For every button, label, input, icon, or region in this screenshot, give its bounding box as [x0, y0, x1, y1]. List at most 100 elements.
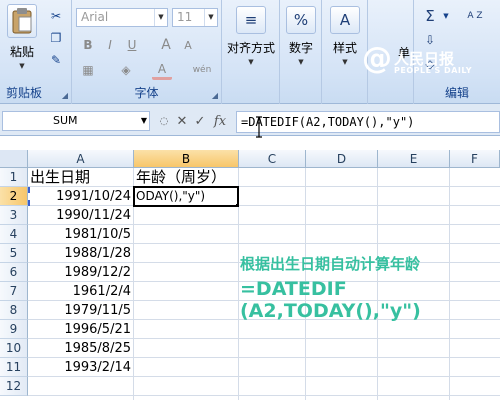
- font-group: Arial ▼ 11 ▼ B I U A A ▦ ◈ A wén 字体 ◢: [72, 0, 222, 104]
- alignment-button[interactable]: ≡ 对齐方式 ▼: [226, 6, 276, 66]
- chevron-down-icon[interactable]: ▼: [19, 62, 24, 70]
- name-box[interactable]: SUM ▼: [2, 111, 150, 131]
- cell-a4[interactable]: 1981/10/5: [28, 225, 133, 244]
- row-header[interactable]: 4: [0, 225, 28, 244]
- formula-input[interactable]: =DATEDIF(A2,TODAY(),"y"): [236, 111, 500, 133]
- column-header-d[interactable]: D: [306, 150, 378, 168]
- overlay-formula-line2: (A2,TODAY(),"y"): [240, 300, 421, 322]
- chevron-down-icon: ▼: [204, 9, 217, 26]
- row-header[interactable]: 10: [0, 339, 28, 358]
- format-painter-icon[interactable]: ✎: [46, 50, 66, 70]
- select-all-corner[interactable]: [0, 150, 28, 168]
- worksheet-grid[interactable]: A B C D E F 1 2 3 4 5 6 7 8 9 10 11 12 出…: [0, 136, 500, 400]
- gridline: [449, 168, 450, 400]
- at-icon: @: [362, 41, 392, 76]
- number-label: 数字: [288, 41, 313, 55]
- row-header[interactable]: 2: [0, 187, 28, 206]
- row-header[interactable]: 12: [0, 377, 28, 396]
- cell-a8[interactable]: 1979/11/5: [28, 301, 133, 320]
- bold-button[interactable]: B: [78, 35, 98, 55]
- styles-button[interactable]: A 样式 ▼: [328, 6, 362, 66]
- dialog-launcher-icon[interactable]: ◢: [62, 91, 68, 100]
- font-group-label: 字体: [134, 86, 159, 100]
- row-header[interactable]: 3: [0, 206, 28, 225]
- formula-bar: SUM ▼ ◌ ✕ ✓ fx =DATEDIF(A2,TODAY(),"y"): [0, 104, 500, 136]
- column-header-c[interactable]: C: [239, 150, 306, 168]
- cell-a7[interactable]: 1961/2/4: [28, 282, 133, 301]
- cell-a10[interactable]: 1985/8/25: [28, 339, 133, 358]
- font-color-button[interactable]: A: [152, 60, 172, 80]
- fill-handle[interactable]: [235, 203, 237, 205]
- paste-button[interactable]: 粘贴 ▼: [4, 4, 40, 70]
- alignment-label: 对齐方式: [226, 41, 275, 55]
- chevron-down-icon[interactable]: ▼: [436, 6, 456, 26]
- column-header-b[interactable]: B: [134, 150, 239, 168]
- name-box-value: SUM: [53, 114, 78, 127]
- clipboard-group-label: 剪贴板: [6, 86, 43, 100]
- cut-icon[interactable]: ✂: [46, 6, 66, 26]
- grow-font-button[interactable]: A: [156, 35, 176, 55]
- copy-icon[interactable]: ❐: [46, 28, 66, 48]
- overlay-caption: 根据出生日期自动计算年龄: [240, 255, 421, 273]
- insert-function-button[interactable]: fx: [212, 112, 228, 130]
- row-header[interactable]: 9: [0, 320, 28, 339]
- ribbon: 粘贴 ▼ ✂ ❐ ✎ 剪贴板 ◢ Arial ▼ 11 ▼ B I U A A …: [0, 0, 500, 104]
- chevron-down-icon: ▼: [298, 58, 304, 66]
- cell-a6[interactable]: 1989/12/2: [28, 263, 133, 282]
- dialog-launcher-icon[interactable]: ◢: [212, 91, 218, 100]
- row-header[interactable]: 11: [0, 358, 28, 377]
- borders-icon[interactable]: ▦: [78, 60, 98, 80]
- cell-a2[interactable]: 1991/10/24: [28, 187, 133, 206]
- row-header[interactable]: 6: [0, 263, 28, 282]
- font-name-value: Arial: [81, 10, 109, 24]
- cell-a5[interactable]: 1988/1/28: [28, 244, 133, 263]
- percent-icon: %: [286, 6, 316, 34]
- fill-color-icon[interactable]: ◈: [116, 60, 136, 80]
- chevron-down-icon: ▼: [154, 9, 167, 26]
- active-cell-b2[interactable]: ODAY(),"y"): [133, 186, 239, 207]
- styles-label: 样式: [332, 41, 357, 55]
- cell-b2-edit-text: ODAY(),"y"): [136, 189, 206, 203]
- cancel-icon[interactable]: ✕: [174, 112, 190, 130]
- sort-filter-button[interactable]: A Z: [458, 6, 492, 26]
- row-header[interactable]: 5: [0, 244, 28, 263]
- gridline: [377, 168, 378, 400]
- alignment-group: ≡ 对齐方式 ▼: [222, 0, 280, 104]
- clipboard-group: 粘贴 ▼ ✂ ❐ ✎ 剪贴板 ◢: [0, 0, 72, 104]
- editing-group-label: 编辑: [444, 86, 469, 100]
- chevron-down-icon[interactable]: ▼: [141, 112, 147, 130]
- overlay-formula-line1: =DATEDIF: [240, 278, 347, 300]
- enter-icon[interactable]: ✓: [192, 112, 208, 130]
- cell-a1[interactable]: 出生日期: [28, 168, 133, 187]
- number-group: % 数字 ▼: [280, 0, 322, 104]
- font-name-select[interactable]: Arial ▼: [76, 8, 168, 27]
- row-header[interactable]: 7: [0, 282, 28, 301]
- collapse-icon[interactable]: ◌: [156, 112, 172, 130]
- styles-icon: A: [330, 6, 360, 34]
- watermark-en: PEOPLE'S DAILY: [394, 66, 473, 75]
- column-header-a[interactable]: A: [28, 150, 134, 168]
- row-header[interactable]: 1: [0, 168, 28, 187]
- cell-a9[interactable]: 1996/5/21: [28, 320, 133, 339]
- text-cursor-icon: [256, 116, 262, 138]
- paste-label: 粘贴: [9, 45, 34, 59]
- align-icon: ≡: [236, 6, 266, 34]
- column-header-e[interactable]: E: [378, 150, 450, 168]
- paste-icon: [7, 4, 37, 38]
- watermark-logo: @ 人民日报 PEOPLE'S DAILY: [362, 42, 498, 84]
- chevron-down-icon: ▼: [248, 58, 254, 66]
- cell-b1[interactable]: 年龄（周岁）: [134, 168, 238, 187]
- column-header-f[interactable]: F: [450, 150, 500, 168]
- number-button[interactable]: % 数字 ▼: [284, 6, 318, 66]
- font-size-select[interactable]: 11 ▼: [172, 8, 218, 27]
- underline-button[interactable]: U: [122, 35, 142, 55]
- cell-a3[interactable]: 1990/11/24: [28, 206, 133, 225]
- font-size-value: 11: [177, 10, 193, 24]
- gridline: [28, 395, 500, 396]
- italic-button[interactable]: I: [100, 35, 120, 55]
- row-header[interactable]: 8: [0, 301, 28, 320]
- cell-a11[interactable]: 1993/2/14: [28, 358, 133, 377]
- phonetic-button[interactable]: wén: [188, 60, 216, 80]
- shrink-font-button[interactable]: A: [178, 35, 198, 55]
- chevron-down-icon: ▼: [342, 58, 348, 66]
